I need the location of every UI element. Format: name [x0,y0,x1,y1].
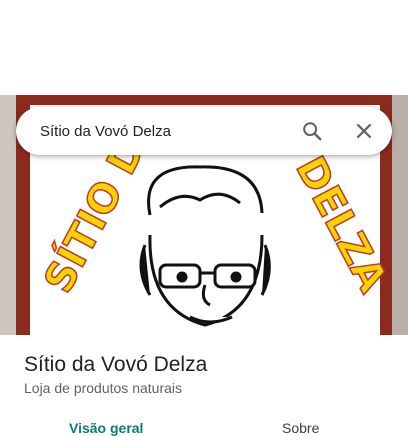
close-icon[interactable] [344,111,384,151]
tab-about[interactable]: Sobre [282,420,319,436]
place-info-panel: Sítio da Vovó Delza Loja de produtos nat… [0,335,408,436]
place-category[interactable]: Loja de produtos naturais [24,380,182,396]
search-bar[interactable]: Sítio da Vovó Delza [16,107,392,155]
search-icon[interactable] [292,111,332,151]
place-title: Sítio da Vovó Delza [24,353,208,376]
tab-overview[interactable]: Visão geral [69,420,143,436]
search-input[interactable]: Sítio da Vovó Delza [40,123,292,140]
